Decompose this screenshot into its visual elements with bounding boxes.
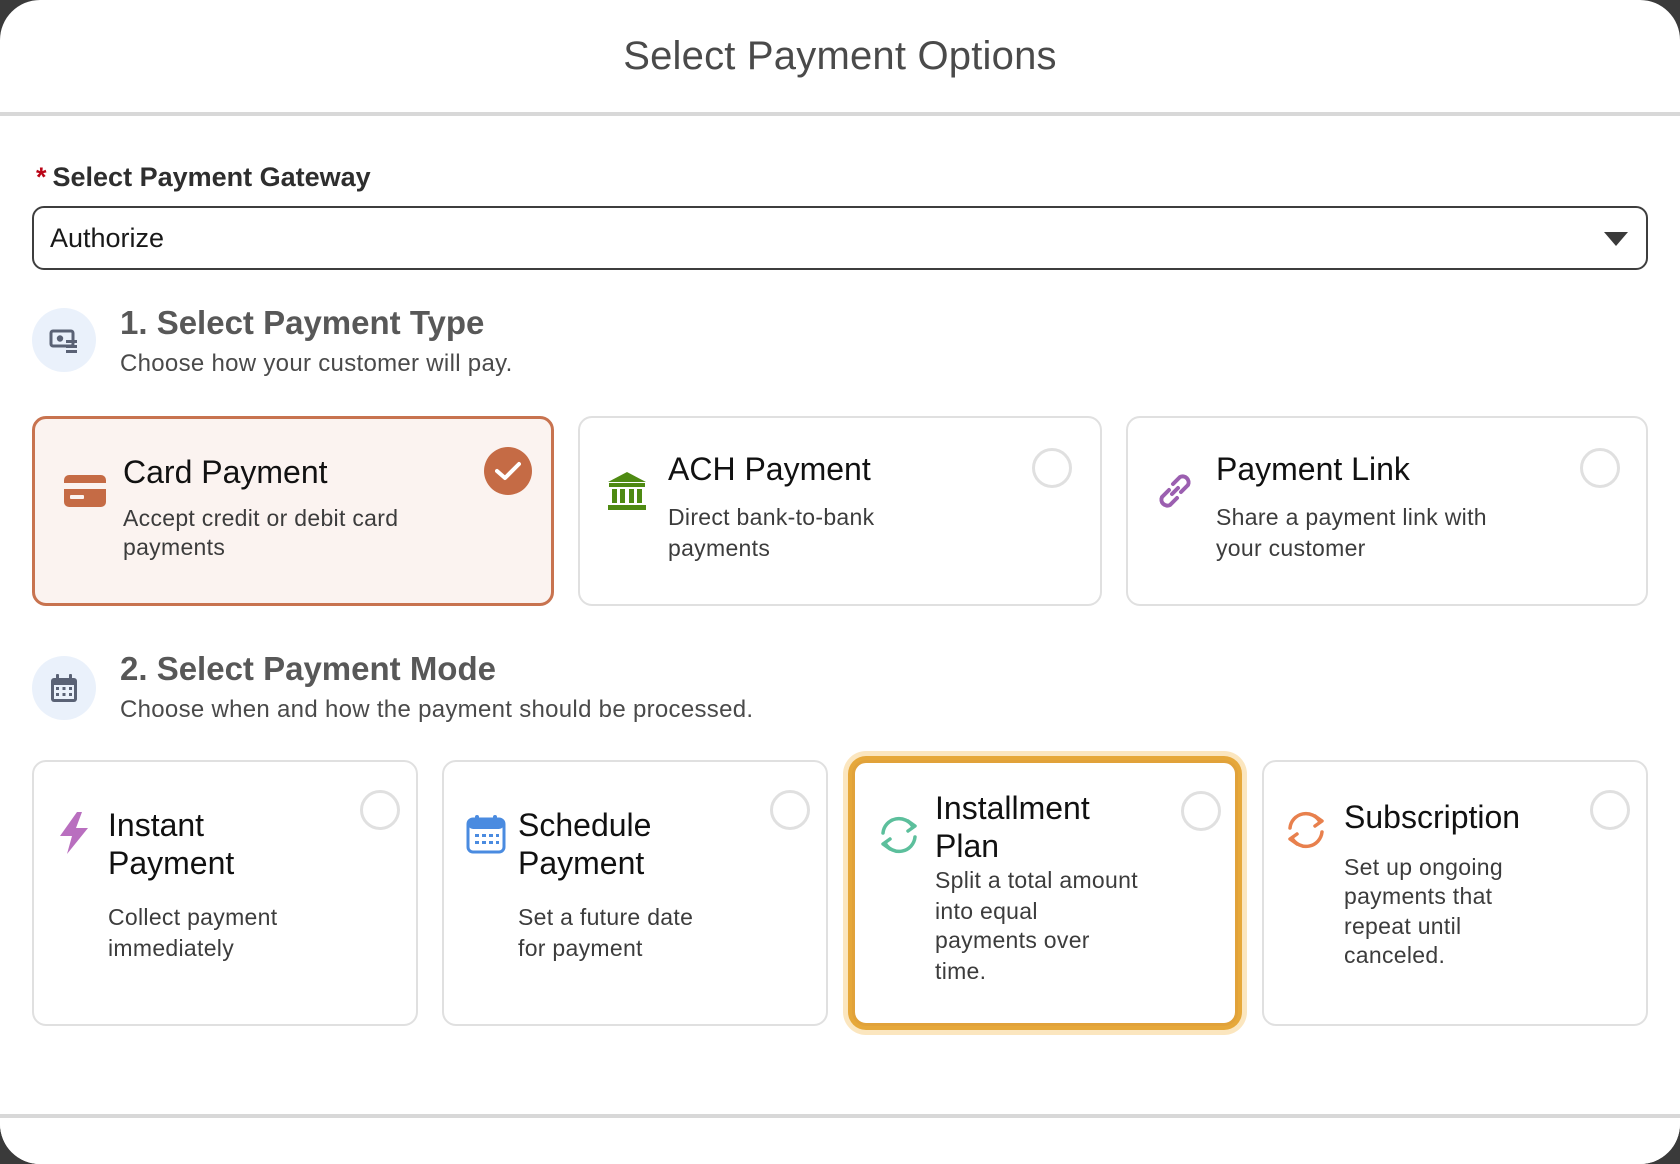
subscription-desc-line3: repeat until [1344, 913, 1462, 939]
schedule-payment-radio[interactable] [770, 790, 810, 830]
refresh-icon [877, 813, 921, 862]
payment-type-title: 1. Select Payment Type [120, 304, 485, 341]
subscription-desc-line2: payments that [1344, 883, 1493, 909]
subscription-title: Subscription [1344, 799, 1521, 835]
schedule-payment-option[interactable]: Schedule Payment Set a future date for p… [442, 760, 828, 1026]
chevron-down-icon [1604, 232, 1628, 246]
installment-plan-desc-line2: into equal [935, 898, 1038, 924]
installment-plan-desc-line4: time. [935, 958, 987, 984]
sync-icon [1284, 808, 1328, 857]
installment-plan-title-line2: Plan [935, 828, 1000, 864]
instant-payment-title-line1: Instant [108, 807, 205, 843]
gateway-label-text: Select Payment Gateway [52, 162, 371, 192]
calendar-icon [466, 814, 506, 859]
schedule-payment-title-line1: Schedule [518, 807, 652, 843]
ach-payment-desc-line1: Direct bank-to-bank [668, 504, 875, 530]
modal-title: Select Payment Options [623, 33, 1057, 78]
subscription-desc-line1: Set up ongoing [1344, 854, 1503, 880]
modal-footer [0, 1114, 1680, 1164]
ach-radio[interactable] [1032, 448, 1072, 488]
subscription-radio[interactable] [1590, 790, 1630, 830]
payment-type-header: 1. Select Payment Type Choose how your c… [32, 304, 1648, 388]
installment-plan-desc-line1: Split a total amount [935, 867, 1138, 893]
installment-plan-radio[interactable] [1181, 791, 1221, 831]
instant-payment-desc-line2: immediately [108, 935, 235, 961]
ach-payment-option[interactable]: ACH Payment Direct bank-to-bank payments [578, 416, 1102, 606]
payment-mode-header: 2. Select Payment Mode Choose when and h… [32, 650, 1648, 734]
ach-payment-title: ACH Payment [668, 451, 871, 487]
card-payment-option[interactable]: Card Payment Accept credit or debit card… [32, 416, 554, 606]
payment-link-radio[interactable] [1580, 448, 1620, 488]
card-payment-desc-line2: payments [123, 534, 226, 560]
gateway-select[interactable]: Authorize [32, 206, 1648, 270]
instant-payment-option[interactable]: Instant Payment Collect payment immediat… [32, 760, 418, 1026]
lightning-icon [56, 810, 92, 861]
modal-header: Select Payment Options [0, 0, 1680, 116]
money-icon [32, 308, 96, 372]
checkmark-icon [484, 447, 532, 495]
installment-plan-desc-line3: payments over [935, 927, 1090, 953]
instant-payment-radio[interactable] [360, 790, 400, 830]
payment-type-subtitle: Choose how your customer will pay. [120, 350, 513, 377]
credit-card-icon [63, 473, 107, 514]
gateway-label: * Select Payment Gateway [36, 162, 371, 193]
payment-link-desc-line2: your customer [1216, 535, 1366, 561]
installment-plan-option[interactable]: Installment Plan Split a total amount in… [852, 760, 1238, 1026]
calendar-icon [32, 656, 96, 720]
subscription-desc-line4: canceled. [1344, 942, 1446, 968]
ach-payment-desc-line2: payments [668, 535, 771, 561]
payment-mode-subtitle: Choose when and how the payment should b… [120, 696, 754, 723]
card-payment-desc-line1: Accept credit or debit card [123, 505, 399, 531]
installment-plan-title-line1: Installment [935, 790, 1090, 826]
schedule-payment-title-line2: Payment [518, 845, 645, 881]
bank-icon [606, 470, 648, 517]
card-payment-title: Card Payment [123, 454, 328, 490]
instant-payment-desc-line1: Collect payment [108, 904, 278, 930]
schedule-payment-desc-line2: for payment [518, 935, 643, 961]
schedule-payment-desc-line1: Set a future date [518, 904, 694, 930]
modal-body: * Select Payment Gateway Authorize 1. Sel… [32, 116, 1648, 1114]
instant-payment-title-line2: Payment [108, 845, 235, 881]
gateway-select-value: Authorize [50, 222, 165, 253]
payment-link-option[interactable]: Payment Link Share a payment link with y… [1126, 416, 1648, 606]
subscription-option[interactable]: Subscription Set up ongoing payments tha… [1262, 760, 1648, 1026]
payment-mode-title: 2. Select Payment Mode [120, 650, 496, 687]
link-icon [1152, 468, 1198, 519]
required-marker: * [36, 162, 47, 192]
payment-options-modal: Select Payment Options * Select Payment G… [0, 0, 1680, 1164]
payment-link-title: Payment Link [1216, 451, 1410, 487]
payment-link-desc-line1: Share a payment link with [1216, 504, 1487, 530]
